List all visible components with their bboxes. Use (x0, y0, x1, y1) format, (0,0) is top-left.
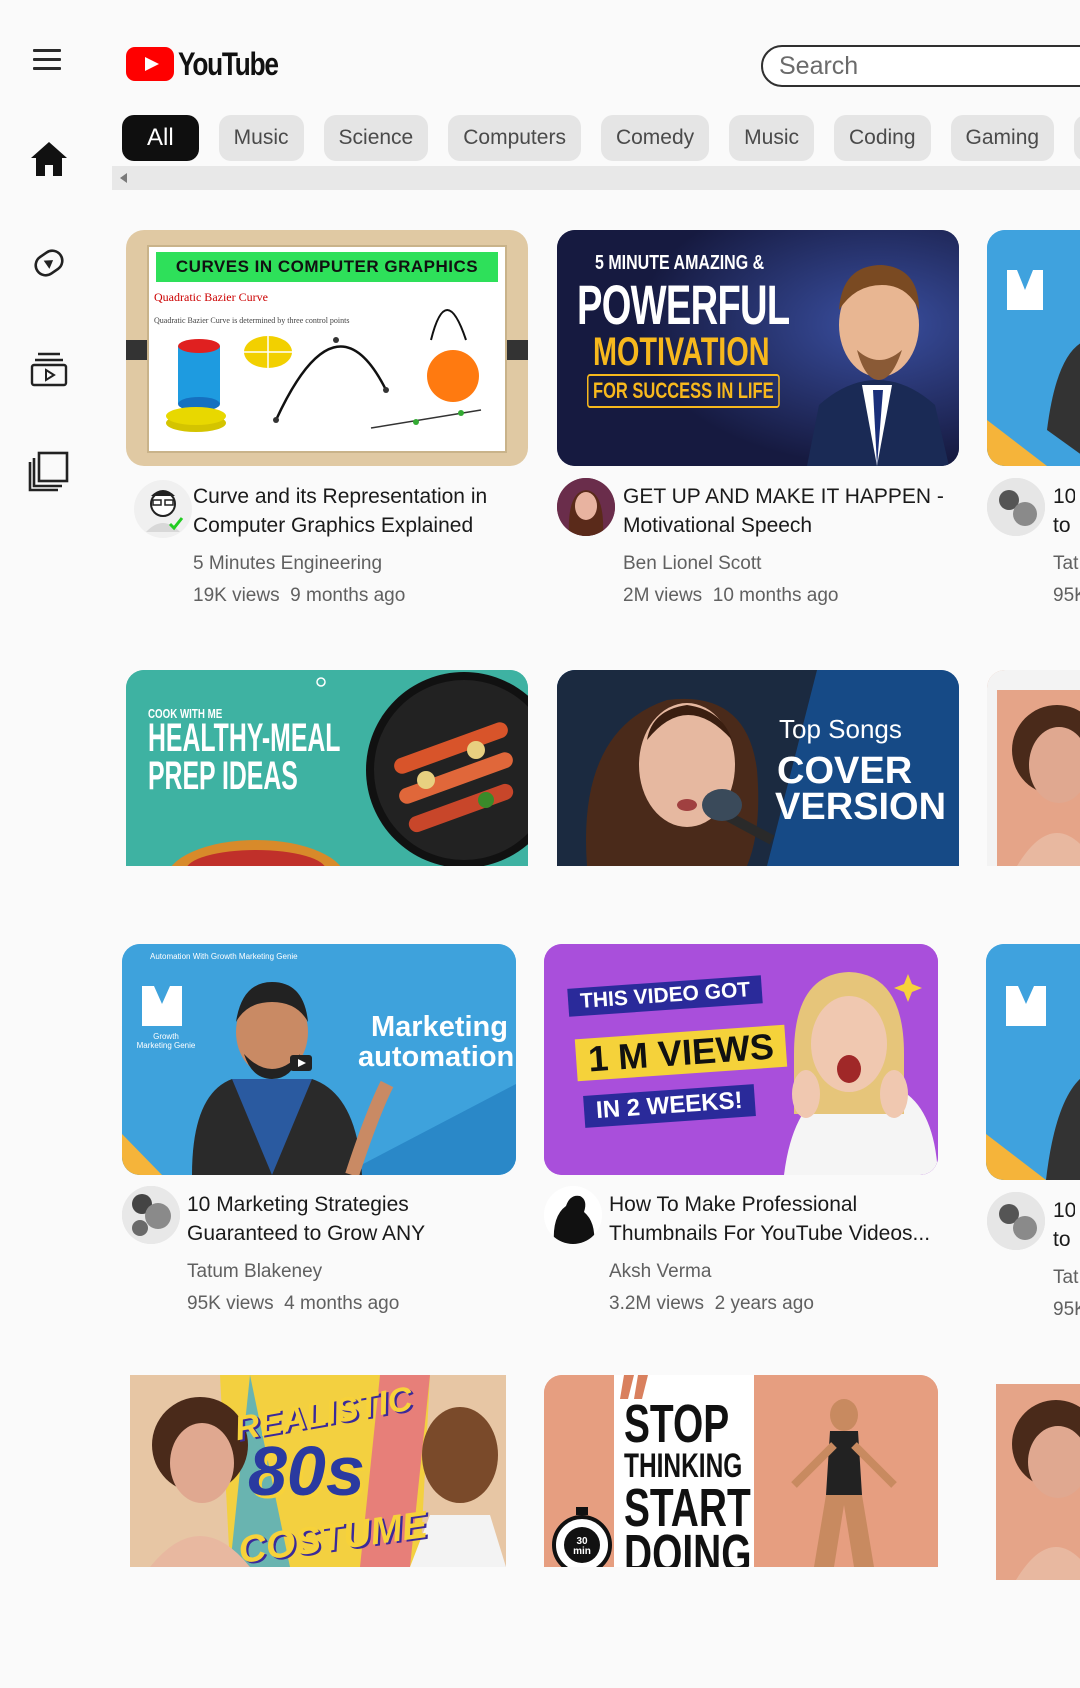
video-stats: 19K views 9 months ago (193, 580, 405, 612)
thumbnail-text: DOING (624, 1524, 752, 1567)
shorts-icon[interactable] (26, 240, 72, 286)
channel-avatar[interactable] (987, 478, 1045, 536)
video-thumbnail[interactable]: REALISTIC 80s COSTUME (130, 1375, 506, 1567)
thumbnail-graphic (987, 230, 1080, 466)
video-title[interactable]: 10 to (1053, 482, 1075, 542)
video-thumbnail[interactable]: Automation With Growth Marketing Genie G… (122, 944, 516, 1175)
video-thumbnail[interactable] (996, 1384, 1080, 1580)
chip-science[interactable]: Science (323, 115, 429, 161)
view-count: 3.2M views (609, 1293, 705, 1314)
view-count: 95K (1053, 585, 1080, 606)
search-input[interactable] (761, 45, 1080, 87)
youtube-logo[interactable]: YouTube (126, 44, 300, 84)
upload-age: 2 years ago (714, 1293, 814, 1314)
thumbnail-text: POWERFUL (577, 273, 790, 336)
thumbnail-text: Automation With Growth Marketing Genie (150, 952, 298, 961)
subscriptions-icon[interactable] (26, 346, 72, 392)
chip-comedy[interactable]: Comedy (600, 115, 710, 161)
video-card[interactable]: 5 MINUTE AMAZING & POWERFUL MOTIVATION F… (557, 230, 959, 610)
video-card[interactable]: THIS VIDEO GOT 1 M VIEWS IN 2 WEEKS! How… (544, 944, 938, 1324)
video-card[interactable]: STOP THINKING START DOING 30 min (544, 1375, 938, 1567)
video-thumbnail[interactable]: CURVES IN COMPUTER GRAPHICS Quadratic Ba… (126, 230, 528, 466)
view-count: 19K views (193, 585, 280, 606)
thumbnail-graphic (996, 1384, 1080, 1580)
thumbnail-text: CURVES IN COMPUTER GRAPHICS (175, 257, 479, 276)
thumbnail-text: Quadratic Bazier Curve (154, 290, 268, 304)
thumbnail-text: Top Songs (779, 714, 902, 744)
thumbnail-text: Growth Marketing Genie (136, 1032, 196, 1050)
video-title[interactable]: GET UP AND MAKE IT HAPPEN - Motivational… (623, 482, 953, 542)
menu-icon[interactable] (33, 49, 61, 71)
scroll-left-arrow-icon[interactable] (120, 173, 127, 183)
channel-avatar[interactable] (987, 1192, 1045, 1250)
sidebar (0, 0, 108, 1688)
video-title[interactable]: 10 to (1053, 1196, 1075, 1256)
chip-all[interactable]: All (122, 115, 199, 161)
thumbnail-text: VERSION (775, 786, 947, 828)
thumbnail-text: 80s (248, 1432, 365, 1510)
video-card[interactable]: Automation With Growth Marketing Genie G… (122, 944, 516, 1324)
channel-avatar[interactable] (544, 1186, 602, 1244)
video-title[interactable]: 10 Marketing Strategies Guaranteed to Gr… (187, 1190, 512, 1250)
video-thumbnail[interactable] (987, 230, 1080, 466)
upload-age: 4 months ago (284, 1293, 400, 1314)
video-card[interactable] (987, 670, 1080, 866)
channel-name[interactable]: Ben Lionel Scott (623, 548, 761, 580)
video-card[interactable]: COOK WITH ME HEALTHY-MEAL PREP IDEAS (126, 670, 528, 866)
video-title[interactable]: How To Make Professional Thumbnails For … (609, 1190, 934, 1250)
logo-text: YouTube (178, 45, 279, 82)
thumbnail-text: Quadratic Bazier Curve is determined by … (154, 316, 350, 325)
video-card[interactable] (996, 1384, 1080, 1580)
channel-name[interactable]: Tat (1053, 1262, 1078, 1294)
channel-name[interactable]: Tatum Blakeney (187, 1256, 322, 1288)
channel-avatar[interactable] (557, 478, 615, 536)
home-icon[interactable] (26, 136, 72, 182)
channel-avatar[interactable] (134, 480, 192, 538)
channel-name[interactable]: Tat (1053, 548, 1078, 580)
video-title[interactable]: Curve and its Representation in Computer… (193, 482, 523, 542)
view-count: 95K (1053, 1299, 1080, 1320)
chip-computers[interactable]: Computers (448, 115, 581, 161)
video-thumbnail[interactable] (987, 670, 1080, 866)
chip-coding[interactable]: Coding (833, 115, 931, 161)
chip-gaming[interactable]: Gaming (950, 115, 1055, 161)
thumbnail-text: FOR SUCCESS IN LIFE (587, 374, 780, 408)
video-card[interactable]: 10 to Tat 95K (987, 230, 1080, 610)
thumbnail-text: 30 min (573, 1536, 591, 1557)
view-count: 2M views (623, 585, 703, 606)
video-stats: 95K views 4 months ago (187, 1288, 399, 1320)
youtube-play-icon (126, 47, 174, 81)
library-icon[interactable] (26, 448, 72, 494)
thumbnail-text: STOP (624, 1394, 730, 1454)
video-card[interactable]: REALISTIC 80s COSTUME (130, 1375, 506, 1567)
channel-avatar[interactable] (122, 1186, 180, 1244)
video-card[interactable]: Top Songs COVER VERSION (557, 670, 959, 866)
thumbnail-text: PREP IDEAS (148, 754, 298, 798)
video-card[interactable]: 10 to Tat 95K (986, 944, 1080, 1324)
video-thumbnail[interactable]: COOK WITH ME HEALTHY-MEAL PREP IDEAS (126, 670, 528, 866)
thumbnail-graphic (987, 670, 1080, 866)
category-chips: All Music Science Computers Comedy Music Codin… (122, 115, 1080, 165)
view-count: 95K views (187, 1293, 274, 1314)
thumbnail-text: MOTIVATION (593, 330, 770, 374)
video-thumbnail[interactable]: Top Songs COVER VERSION (557, 670, 959, 866)
video-stats: 3.2M views 2 years ago (609, 1288, 814, 1320)
video-thumbnail[interactable]: STOP THINKING START DOING 30 min (544, 1375, 938, 1567)
chip-music-2[interactable]: Music (729, 115, 814, 161)
chip-scrollbar[interactable] (112, 166, 1080, 190)
channel-name[interactable]: Aksh Verma (609, 1256, 711, 1288)
thumbnail-text: Marketing automation (358, 1011, 515, 1073)
video-thumbnail[interactable] (986, 944, 1080, 1180)
thumbnail-graphic (986, 944, 1080, 1180)
upload-age: 10 months ago (712, 585, 839, 606)
chip-music[interactable]: Music (218, 115, 304, 161)
chip-more[interactable]: Co (1074, 115, 1080, 161)
upload-age: 9 months ago (290, 585, 406, 606)
video-thumbnail[interactable]: THIS VIDEO GOT 1 M VIEWS IN 2 WEEKS! (544, 944, 938, 1175)
channel-name[interactable]: 5 Minutes Engineering (193, 548, 382, 580)
video-card[interactable]: CURVES IN COMPUTER GRAPHICS Quadratic Ba… (126, 230, 528, 610)
video-stats: 2M views 10 months ago (623, 580, 838, 612)
video-thumbnail[interactable]: 5 MINUTE AMAZING & POWERFUL MOTIVATION F… (557, 230, 959, 466)
